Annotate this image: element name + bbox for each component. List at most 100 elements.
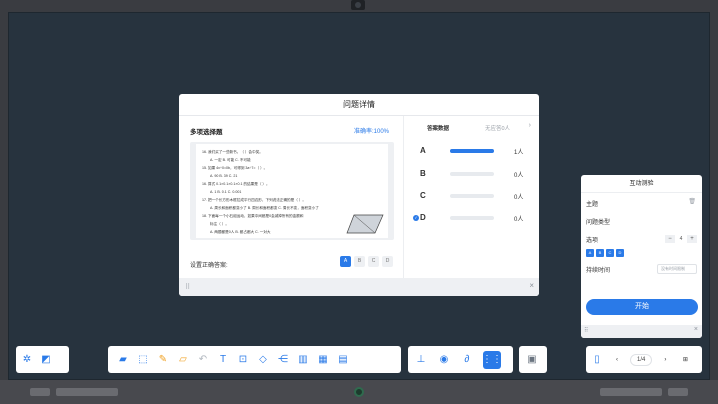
screen-capture-icon[interactable]: ◩: [39, 353, 53, 367]
result-count: 0人: [514, 195, 524, 201]
answer-options: A B C D: [340, 256, 393, 267]
question-type: 多项选择题: [190, 129, 223, 136]
power-led[interactable]: [354, 387, 364, 397]
settings-icon[interactable]: ✲: [20, 353, 34, 367]
interactive-quiz-panel: 互动测验 主题 🗑 问题类型 选项 − 4 + A B C D 持续时间 没有时…: [581, 175, 702, 338]
parallelogram-figure: [346, 214, 384, 234]
trash-icon[interactable]: 🗑: [688, 198, 696, 205]
toolbar-main: ▰ ⬚ ✎ ▱ ↶ T ⊡ ◇ ⋲ ▥ ▦ ▤: [108, 346, 401, 373]
add-page-icon[interactable]: ⊞: [678, 353, 692, 367]
decrement-button[interactable]: −: [665, 235, 675, 243]
option-count: 4: [679, 236, 683, 242]
question-detail-dialog: 问题详情 多项选择题 准确率:100% 16. 我们买了一些新书。（ ）会中奖。…: [179, 94, 539, 296]
eraser-icon[interactable]: ▱: [176, 353, 190, 367]
chart-icon[interactable]: ▥: [296, 353, 310, 367]
result-bar-fill: [450, 149, 494, 153]
speaker-left-small: [30, 388, 50, 396]
paper-line: 15. 如果 4x÷0=0b，可得到 3a÷7=（ ）。: [202, 166, 268, 170]
result-bar: [450, 216, 494, 220]
result-row-a: A 1人: [420, 146, 535, 156]
folder-icon[interactable]: ▰: [116, 353, 130, 367]
option-chip[interactable]: B: [596, 249, 604, 257]
undo-icon[interactable]: ↶: [196, 353, 210, 367]
answer-option-c[interactable]: C: [368, 256, 379, 267]
panel-title: 互动测验: [581, 175, 702, 193]
result-row-c: C 0人: [420, 191, 535, 201]
result-bar: [450, 172, 494, 176]
start-button[interactable]: 开始: [586, 299, 698, 315]
speaker-right-small: [668, 388, 688, 396]
result-bar: [450, 149, 494, 153]
result-count: 1人: [514, 150, 524, 156]
more-icon[interactable]: ▤: [336, 353, 350, 367]
accuracy-rate: 准确率:100%: [353, 129, 389, 135]
duration-label: 持续时间: [586, 268, 611, 274]
book-icon[interactable]: ▯: [590, 353, 604, 367]
stamp-icon[interactable]: ⊥: [414, 353, 428, 367]
toolbar-device: ▣: [519, 346, 547, 373]
option-chip[interactable]: A: [586, 249, 594, 257]
paper-line: A. 一定 B. 可能 C. 不可能: [210, 158, 251, 162]
options-label: 选项: [586, 238, 599, 244]
prev-page-icon[interactable]: ‹: [610, 353, 624, 367]
result-bar: [450, 194, 494, 198]
increment-button[interactable]: +: [687, 235, 697, 243]
paper-line: 17. 把一个长方形木框拉成平行四边形，下列说法正确的是（ ）。: [202, 198, 307, 202]
answer-data-title: 答案数据: [427, 126, 450, 132]
duration-select[interactable]: 没有时间限制: [657, 264, 697, 274]
paper-line: A. 90 B. 39 C. 21: [210, 174, 238, 178]
paper-line: A. 1 B. 0.1 C. 0.001: [210, 190, 242, 194]
result-row-b: B 0人: [420, 169, 535, 179]
drag-handle-icon[interactable]: ⠿: [185, 283, 190, 291]
chevron-right-icon[interactable]: ›: [529, 122, 531, 129]
option-count-stepper: − 4 +: [665, 235, 697, 243]
result-count: 0人: [514, 173, 524, 179]
signature-icon[interactable]: ∂: [460, 353, 474, 367]
result-label: C: [420, 191, 426, 200]
screen-share-icon[interactable]: ◉: [437, 353, 451, 367]
shapes-icon[interactable]: ◇: [256, 353, 270, 367]
toolbar-pages: ▯ ‹ 1/4 › ⊞: [586, 346, 702, 373]
paper-line: A. 周长和面积都变小了 B. 周长和面积都变 C. 周长不变，面积变小了: [210, 206, 319, 210]
set-answer-label: 设置正确答案:: [190, 263, 228, 269]
answer-option-d[interactable]: D: [382, 256, 393, 267]
interactive-quiz-icon[interactable]: ⋮⋮: [482, 350, 502, 369]
capture-icon[interactable]: ⊡: [236, 353, 250, 367]
drag-handle-icon[interactable]: ⠿: [584, 327, 588, 334]
select-icon[interactable]: ⬚: [136, 353, 150, 367]
answer-data-pane: 答案数据 无应答0人 › A 1人 B 0人 C 0人 ✓ D 0人: [405, 116, 539, 278]
question-paper: 16. 我们买了一些新书。（ ）会中奖。 A. 一定 B. 可能 C. 不可能 …: [196, 144, 388, 238]
panel-footer: ⠿ ×: [581, 325, 702, 338]
table-icon[interactable]: ▦: [316, 353, 330, 367]
correct-check-icon: ✓: [413, 215, 419, 221]
text-icon[interactable]: T: [216, 353, 230, 367]
next-page-icon[interactable]: ›: [658, 353, 672, 367]
question-image: 16. 我们买了一些新书。（ ）会中奖。 A. 一定 B. 可能 C. 不可能 …: [190, 142, 394, 240]
answer-option-b[interactable]: B: [354, 256, 365, 267]
pen-icon[interactable]: ✎: [156, 353, 170, 367]
answer-option-a[interactable]: A: [340, 256, 351, 267]
paper-line: 18. 下面每一个小石组运动，如果中间都是0会减掉所有的金额和: [202, 214, 304, 218]
speaker-left: [56, 388, 118, 396]
option-chip[interactable]: D: [616, 249, 624, 257]
result-row-d: ✓ D 0人: [413, 213, 535, 223]
result-label: A: [420, 146, 426, 155]
paper-line: 标注（ ）。: [210, 222, 229, 226]
camera: [351, 0, 365, 10]
result-count: 0人: [514, 217, 524, 223]
result-label: D: [420, 213, 426, 222]
close-icon[interactable]: ×: [694, 326, 698, 333]
mind-map-icon[interactable]: ⋲: [276, 353, 290, 367]
topic-label: 主题: [586, 202, 599, 208]
no-answer-count[interactable]: 无应答0人: [485, 124, 510, 132]
toolbar-left: ✲ ◩: [16, 346, 69, 373]
paper-line: A. 两题都是0人 B. 都占都大 C. 一对大: [210, 230, 271, 234]
question-type-label[interactable]: 问题类型: [586, 217, 610, 226]
result-label: B: [420, 169, 426, 178]
device-icon[interactable]: ▣: [525, 353, 539, 367]
dialog-title: 问题详情: [179, 94, 539, 116]
close-icon[interactable]: ×: [529, 281, 534, 290]
option-chip[interactable]: C: [606, 249, 614, 257]
speaker-right: [600, 388, 662, 396]
page-indicator: 1/4: [630, 353, 653, 366]
